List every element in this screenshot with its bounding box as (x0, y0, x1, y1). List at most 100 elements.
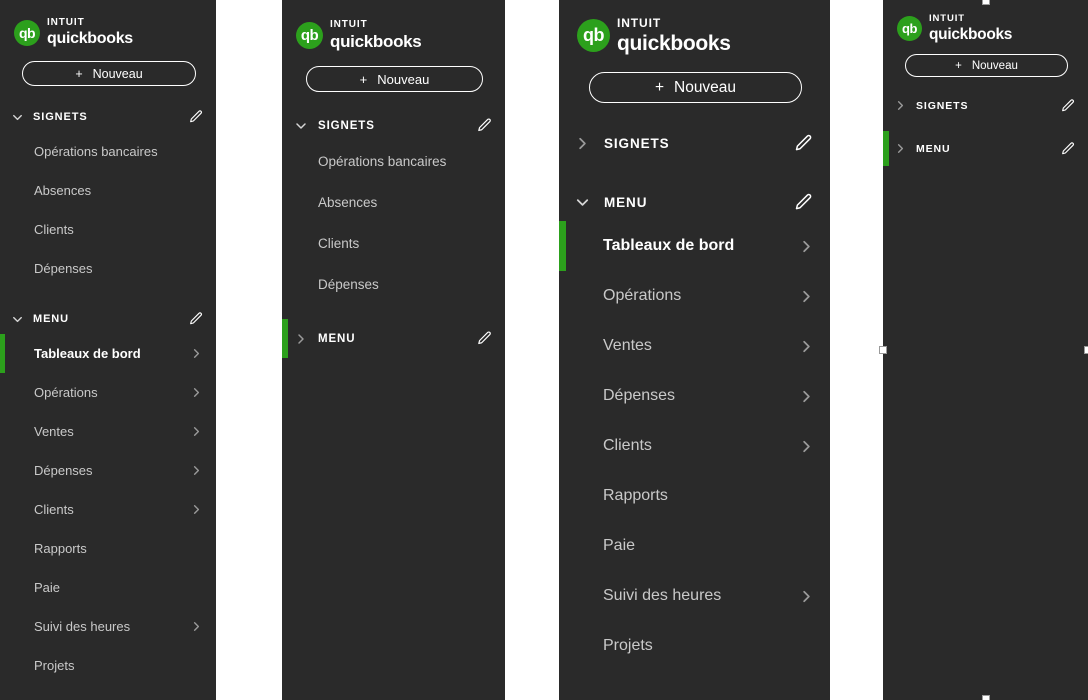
bookmarks-list: Opérations bancaires Absences Clients Dé… (282, 141, 505, 305)
brand-intuit-text: INTUIT (929, 13, 966, 24)
list-item-label: Opérations bancaires (318, 154, 447, 169)
section-label-menu: MENU (33, 313, 69, 325)
chevron-right-icon[interactable] (893, 98, 908, 113)
chevron-right-icon[interactable] (893, 141, 908, 156)
chevron-down-icon[interactable] (573, 193, 592, 212)
new-button[interactable]: + Nouveau (905, 54, 1068, 77)
menu-item-label: Clients (603, 437, 652, 454)
new-button[interactable]: + Nouveau (22, 61, 196, 86)
menu-item-label: Projets (603, 637, 653, 654)
new-button[interactable]: + Nouveau (306, 66, 483, 92)
list-item[interactable]: Opérations bancaires (282, 141, 505, 182)
section-header-menu[interactable]: MENU (883, 131, 1088, 166)
new-button-label: Nouveau (377, 71, 430, 87)
quickbooks-logo[interactable]: qb INTUIT quickbooks (296, 20, 505, 50)
list-item-label: Dépenses (318, 277, 379, 292)
menu-item-projets[interactable]: Projets (559, 621, 830, 671)
menu-item-rapports[interactable]: Rapports (0, 529, 216, 568)
selection-handle-right[interactable] (1084, 346, 1088, 354)
list-item[interactable]: Absences (282, 182, 505, 223)
quickbooks-logo[interactable]: qb INTUIT quickbooks (897, 14, 1088, 42)
list-item-label: Opérations bancaires (34, 144, 158, 159)
menu-item-clients[interactable]: Clients (0, 490, 216, 529)
list-item[interactable]: Opérations bancaires (0, 132, 216, 171)
selection-handle-left[interactable] (879, 346, 887, 354)
pencil-icon[interactable] (1060, 141, 1076, 157)
pencil-icon[interactable] (476, 117, 493, 134)
list-item[interactable]: Dépenses (282, 264, 505, 305)
sidebar-panel-3: qb INTUIT quickbooks + Nouveau SIGNETS M… (559, 0, 830, 700)
chevron-right-icon (189, 463, 204, 478)
section-header-menu[interactable]: MENU (282, 319, 505, 358)
menu-item-depenses[interactable]: Dépenses (559, 371, 830, 421)
menu-item-label: Clients (34, 502, 74, 517)
menu-item-paie[interactable]: Paie (0, 568, 216, 607)
menu-item-tableaux-de-bord[interactable]: Tableaux de bord (0, 334, 216, 373)
quickbooks-logo[interactable]: qb INTUIT quickbooks (577, 17, 830, 54)
menu-item-operations[interactable]: Opérations (0, 373, 216, 412)
plus-icon: + (654, 78, 664, 96)
menu-item-label: Ventes (603, 337, 652, 354)
pencil-icon[interactable] (1060, 98, 1076, 114)
pencil-icon[interactable] (188, 109, 204, 125)
chevron-right-icon (797, 287, 816, 306)
menu-item-depenses[interactable]: Dépenses (0, 451, 216, 490)
menu-item-operations[interactable]: Opérations (559, 271, 830, 321)
quickbooks-mark-icon: qb (897, 15, 922, 41)
quickbooks-logo[interactable]: qb INTUIT quickbooks (14, 18, 216, 47)
menu-item-ventes[interactable]: Ventes (559, 321, 830, 371)
menu-item-rapports[interactable]: Rapports (559, 471, 830, 521)
selection-handle-bottom[interactable] (982, 695, 990, 700)
chevron-right-icon (189, 619, 204, 634)
chevron-down-icon[interactable] (293, 118, 309, 134)
new-button[interactable]: + Nouveau (589, 72, 802, 103)
menu-item-tableaux-de-bord[interactable]: Tableaux de bord (559, 221, 830, 271)
menu-item-paie[interactable]: Paie (559, 521, 830, 571)
chevron-right-icon (189, 385, 204, 400)
chevron-right-icon[interactable] (573, 134, 592, 153)
chevron-right-icon (797, 437, 816, 456)
bookmarks-list: Opérations bancaires Absences Clients Dé… (0, 132, 216, 288)
menu-item-label: Tableaux de bord (34, 346, 141, 361)
pencil-icon[interactable] (476, 330, 493, 347)
menu-item-suivi-des-heures[interactable]: Suivi des heures (0, 607, 216, 646)
list-item[interactable]: Dépenses (0, 249, 216, 288)
pencil-icon[interactable] (793, 133, 814, 154)
chevron-right-icon (797, 337, 816, 356)
section-label-bookmarks: SIGNETS (604, 136, 670, 151)
menu-item-label: Opérations (603, 287, 682, 304)
chevron-down-icon[interactable] (10, 312, 25, 327)
sidebar-panel-4: qb INTUIT quickbooks + Nouveau SIGNETS M… (883, 0, 1088, 700)
section-header-bookmarks[interactable]: SIGNETS (883, 91, 1088, 120)
menu-item-label: Tableaux de bord (603, 237, 735, 254)
menu-item-ventes[interactable]: Ventes (0, 412, 216, 451)
section-header-bookmarks[interactable]: SIGNETS (559, 125, 830, 162)
chevron-down-icon[interactable] (10, 110, 25, 125)
new-button-label: Nouveau (971, 59, 1018, 72)
brand-wordmark: INTUIT quickbooks (617, 17, 731, 54)
chevron-right-icon[interactable] (293, 331, 309, 347)
brand-wordmark: INTUIT quickbooks (929, 14, 1012, 42)
plus-icon: + (955, 59, 962, 72)
section-header-menu[interactable]: MENU (0, 304, 216, 334)
list-item[interactable]: Clients (0, 210, 216, 249)
pencil-icon[interactable] (188, 311, 204, 327)
quickbooks-mark-icon: qb (14, 19, 40, 46)
section-label-bookmarks: SIGNETS (318, 119, 375, 132)
section-label-menu: MENU (916, 142, 951, 155)
menu-item-projets[interactable]: Projets (0, 646, 216, 685)
section-header-bookmarks[interactable]: SIGNETS (282, 110, 505, 141)
quickbooks-mark-icon: qb (577, 19, 610, 52)
list-item[interactable]: Absences (0, 171, 216, 210)
list-item[interactable]: Clients (282, 223, 505, 264)
menu-list: Tableaux de bord Opérations Ventes Dépen… (559, 221, 830, 671)
section-header-menu[interactable]: MENU (559, 184, 830, 221)
menu-item-suivi-des-heures[interactable]: Suivi des heures (559, 571, 830, 621)
sidebar-panel-1: qb INTUIT quickbooks + Nouveau SIGNETS O… (0, 0, 216, 700)
new-button-label: Nouveau (674, 78, 737, 96)
brand-intuit-text: INTUIT (47, 17, 85, 28)
selection-handle-top[interactable] (982, 0, 990, 5)
pencil-icon[interactable] (793, 192, 814, 213)
section-header-bookmarks[interactable]: SIGNETS (0, 102, 216, 132)
menu-item-clients[interactable]: Clients (559, 421, 830, 471)
